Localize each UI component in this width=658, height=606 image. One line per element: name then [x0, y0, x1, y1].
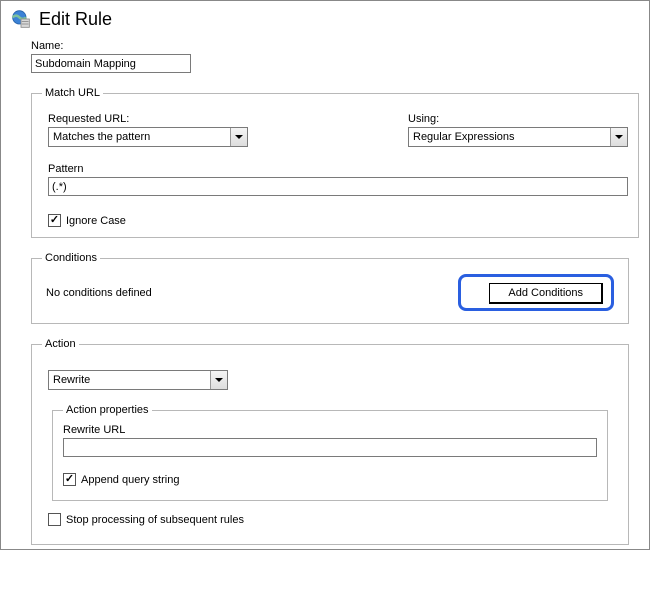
- action-type-select[interactable]: Rewrite: [48, 370, 228, 390]
- name-input[interactable]: [31, 54, 191, 73]
- ignore-case-checkbox[interactable]: ✓: [48, 214, 61, 227]
- name-label: Name:: [31, 40, 629, 52]
- conditions-group: Conditions No conditions defined Add Con…: [31, 252, 629, 324]
- window: Edit Rule Name: Match URL Requested URL:…: [0, 0, 650, 550]
- requested-url-label: Requested URL:: [48, 113, 378, 125]
- check-icon: ✓: [65, 474, 74, 485]
- match-url-group: Match URL Requested URL: Matches the pat…: [31, 87, 639, 238]
- using-label: Using:: [408, 113, 628, 125]
- action-legend: Action: [42, 338, 79, 350]
- content-area: Name: Match URL Requested URL: Matches t…: [11, 40, 639, 545]
- check-icon: ✓: [50, 215, 59, 226]
- chevron-down-icon: [610, 128, 627, 146]
- append-query-label: Append query string: [81, 474, 179, 486]
- match-url-legend: Match URL: [42, 87, 103, 99]
- action-group: Action Rewrite Action properties Rewrite…: [31, 338, 629, 545]
- requested-url-select[interactable]: Matches the pattern: [48, 127, 248, 147]
- chevron-down-icon: [210, 371, 227, 389]
- chevron-down-icon: [230, 128, 247, 146]
- rewrite-url-input[interactable]: [63, 438, 597, 457]
- pattern-label: Pattern: [48, 163, 628, 175]
- rewrite-url-label: Rewrite URL: [63, 424, 597, 436]
- conditions-legend: Conditions: [42, 252, 100, 264]
- conditions-text: No conditions defined: [46, 287, 152, 299]
- page-title: Edit Rule: [39, 7, 112, 30]
- action-properties-group: Action properties Rewrite URL ✓ Append q…: [52, 404, 608, 501]
- stop-processing-label: Stop processing of subsequent rules: [66, 514, 244, 526]
- add-conditions-highlight: Add Conditions: [458, 274, 614, 311]
- pattern-input[interactable]: [48, 177, 628, 196]
- header: Edit Rule: [11, 3, 639, 40]
- using-select[interactable]: Regular Expressions: [408, 127, 628, 147]
- append-query-checkbox[interactable]: ✓: [63, 473, 76, 486]
- action-properties-legend: Action properties: [63, 404, 152, 416]
- stop-processing-checkbox[interactable]: [48, 513, 61, 526]
- ignore-case-label: Ignore Case: [66, 215, 126, 227]
- add-conditions-button[interactable]: Add Conditions: [489, 283, 603, 304]
- server-globe-icon: [11, 9, 31, 29]
